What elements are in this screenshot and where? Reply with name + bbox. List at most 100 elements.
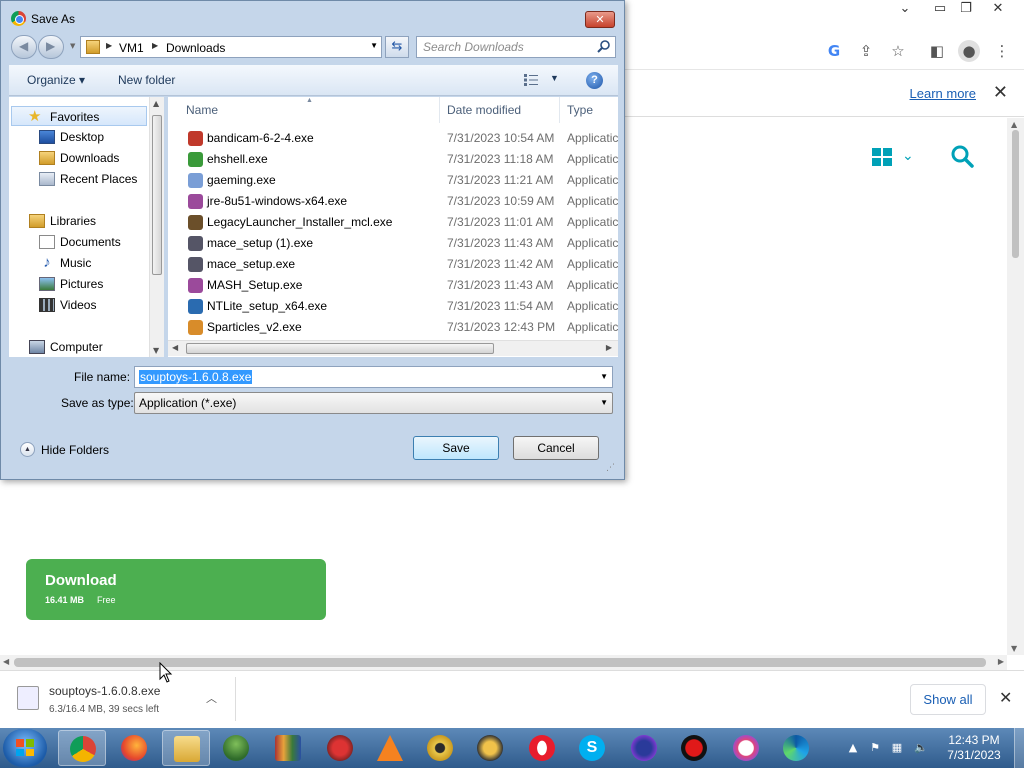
tray-network-icon[interactable]: ▦ (890, 741, 904, 755)
tab-search-chevron-icon[interactable]: ⌄ (891, 0, 919, 18)
share-icon[interactable]: ⇪ (855, 40, 877, 62)
breadcrumb-dropdown-icon[interactable]: ▼ (370, 41, 378, 50)
menu-kebab-icon[interactable]: ⋮ (991, 40, 1013, 62)
file-row[interactable]: ehshell.exe 7/31/2023 11:18 AM Applicatic (168, 149, 618, 170)
back-button[interactable]: ◀ (11, 35, 37, 59)
taskbar-vlc[interactable] (366, 730, 414, 766)
learn-more-link[interactable]: Learn more (910, 86, 976, 101)
scroll-thumb[interactable] (1012, 130, 1019, 258)
file-row[interactable]: LegacyLauncher_Installer_mcl.exe 7/31/202… (168, 212, 618, 233)
dialog-close-button[interactable]: ✕ (585, 11, 615, 28)
scroll-right-icon[interactable]: ▶ (998, 657, 1004, 666)
taskbar-eye-app[interactable] (416, 730, 464, 766)
search-icon[interactable] (597, 39, 611, 53)
taskbar-spider-app[interactable] (316, 730, 364, 766)
shelf-file-name[interactable]: souptoys-1.6.0.8.exe (49, 684, 160, 698)
file-row[interactable]: jre-8u51-windows-x64.exe 7/31/2023 10:59 … (168, 191, 618, 212)
taskbar-overflow[interactable] (824, 730, 836, 766)
shelf-chevron-up-icon[interactable]: ︿ (206, 690, 217, 706)
show-desktop-button[interactable] (1014, 728, 1024, 768)
tray-volume-icon[interactable]: 🔈 (914, 741, 928, 755)
breadcrumb-downloads[interactable]: Downloads (166, 41, 225, 55)
taskbar-firefox[interactable] (110, 730, 158, 766)
organize-menu-button[interactable]: Organize ▾ (27, 73, 85, 87)
nav-favorites[interactable]: ★ Favorites (11, 106, 147, 126)
side-panel-icon[interactable]: ◧ (926, 40, 948, 62)
google-lens-icon[interactable]: G (823, 40, 845, 62)
window-close-button[interactable]: ✕ (984, 0, 1012, 18)
resize-grip-icon[interactable]: ⋰ (606, 463, 615, 473)
file-list-scrollbar[interactable]: ◀ ▶ (168, 340, 618, 356)
taskbar-clock[interactable]: 12:43 PM 7/31/2023 (944, 733, 1004, 763)
profile-avatar-icon[interactable]: ● (958, 40, 980, 62)
windows-platform-icon[interactable] (872, 148, 892, 166)
site-download-button[interactable]: Download 16.41 MB Free (26, 559, 326, 620)
search-input[interactable] (423, 39, 593, 55)
nav-scroll-down-icon[interactable]: ▼ (153, 346, 159, 355)
help-icon[interactable]: ? (586, 72, 603, 89)
file-scroll-left-icon[interactable]: ◀ (172, 343, 178, 352)
taskbar-file-explorer[interactable] (162, 730, 210, 766)
breadcrumb-separator-icon[interactable]: ▶ (152, 41, 158, 50)
taskbar-skype[interactable]: S (568, 730, 616, 766)
save-as-type-dropdown-icon[interactable]: ▼ (600, 398, 608, 407)
new-folder-button[interactable]: New folder (118, 73, 175, 87)
taskbar-opera[interactable] (518, 730, 566, 766)
file-row[interactable]: bandicam-6-2-4.exe 7/31/2023 10:54 AM Appl… (168, 128, 618, 149)
scroll-left-icon[interactable]: ◀ (3, 657, 9, 666)
tray-show-hidden-icon[interactable]: ▲ (846, 741, 860, 755)
file-row[interactable]: MASH_Setup.exe 7/31/2023 11:43 AM Applicat… (168, 275, 618, 296)
taskbar-headphones-app[interactable] (620, 730, 668, 766)
taskbar-winrar[interactable] (264, 730, 312, 766)
taskbar-edge[interactable] (772, 730, 820, 766)
column-header-date-modified[interactable]: Date modified (440, 97, 560, 123)
file-row[interactable]: Sparticles_v2.exe 7/31/2023 12:43 PM Appli… (168, 317, 618, 338)
recent-locations-chevron-icon[interactable]: ▼ (70, 42, 75, 50)
restore-button[interactable]: ❐ (952, 0, 980, 18)
tray-flag-icon[interactable]: ⚑ (868, 741, 882, 755)
file-scroll-thumb[interactable] (186, 343, 494, 354)
breadcrumb[interactable]: ▶ VM1 ▶ Downloads ▼ (80, 36, 382, 58)
site-search-icon[interactable] (950, 144, 974, 168)
nav-scroll-up-icon[interactable]: ▲ (153, 99, 159, 108)
page-horizontal-scrollbar[interactable]: ◀ ▶ (0, 655, 1007, 670)
view-details-icon[interactable] (524, 74, 538, 86)
column-header-type[interactable]: Type (560, 97, 618, 123)
taskbar-record-app[interactable] (670, 730, 718, 766)
file-scroll-right-icon[interactable]: ▶ (606, 343, 612, 352)
navigation-pane-scrollbar[interactable]: ▲ ▼ (149, 97, 164, 357)
taskbar-tree-app[interactable] (212, 730, 260, 766)
minimize-button[interactable]: ▭ (926, 0, 954, 18)
scroll-up-icon[interactable]: ▲ (1011, 120, 1017, 129)
breadcrumb-separator-icon[interactable]: ▶ (106, 41, 112, 50)
platform-chevron-down-icon[interactable]: ⌄ (902, 148, 914, 164)
scroll-down-icon[interactable]: ▼ (1011, 644, 1017, 653)
show-all-button[interactable]: Show all (910, 684, 986, 715)
cancel-button[interactable]: Cancel (513, 436, 599, 460)
breadcrumb-vm1[interactable]: VM1 (119, 41, 144, 55)
column-header-name[interactable]: Name (168, 97, 440, 123)
file-name-value[interactable]: souptoys-1.6.0.8.exe (139, 370, 253, 384)
info-bar-close-icon[interactable]: ✕ (993, 82, 1008, 103)
taskbar-bird-app[interactable] (466, 730, 514, 766)
start-button[interactable] (3, 729, 47, 767)
forward-button[interactable]: ▶ (38, 35, 64, 59)
taskbar-itunes[interactable] (722, 730, 770, 766)
bookmark-star-icon[interactable]: ☆ (887, 40, 909, 62)
file-row[interactable]: gaeming.exe 7/31/2023 11:21 AM Applicatic (168, 170, 618, 191)
save-as-type-select[interactable]: Application (*.exe) ▼ (134, 392, 613, 414)
file-row[interactable]: mace_setup (1).exe 7/31/2023 11:43 AM Appl… (168, 233, 618, 254)
refresh-button[interactable]: ⇆ (385, 36, 409, 58)
save-button[interactable]: Save (413, 436, 499, 460)
nav-scroll-thumb[interactable] (152, 115, 162, 275)
file-name-dropdown-icon[interactable]: ▼ (600, 372, 608, 381)
shelf-close-icon[interactable]: ✕ (999, 688, 1012, 708)
search-box[interactable] (416, 36, 616, 58)
taskbar-chrome[interactable] (58, 730, 106, 766)
file-row[interactable]: mace_setup.exe 7/31/2023 11:42 AM Applicat… (168, 254, 618, 275)
dialog-titlebar[interactable]: Save As ✕ (1, 1, 624, 33)
view-dropdown-icon[interactable]: ▼ (550, 73, 559, 83)
file-name-field[interactable]: souptoys-1.6.0.8.exe ▼ (134, 366, 613, 388)
page-vertical-scrollbar[interactable]: ▲ ▼ (1007, 118, 1024, 655)
file-row[interactable]: NTLite_setup_x64.exe 7/31/2023 11:54 AM Ap… (168, 296, 618, 317)
